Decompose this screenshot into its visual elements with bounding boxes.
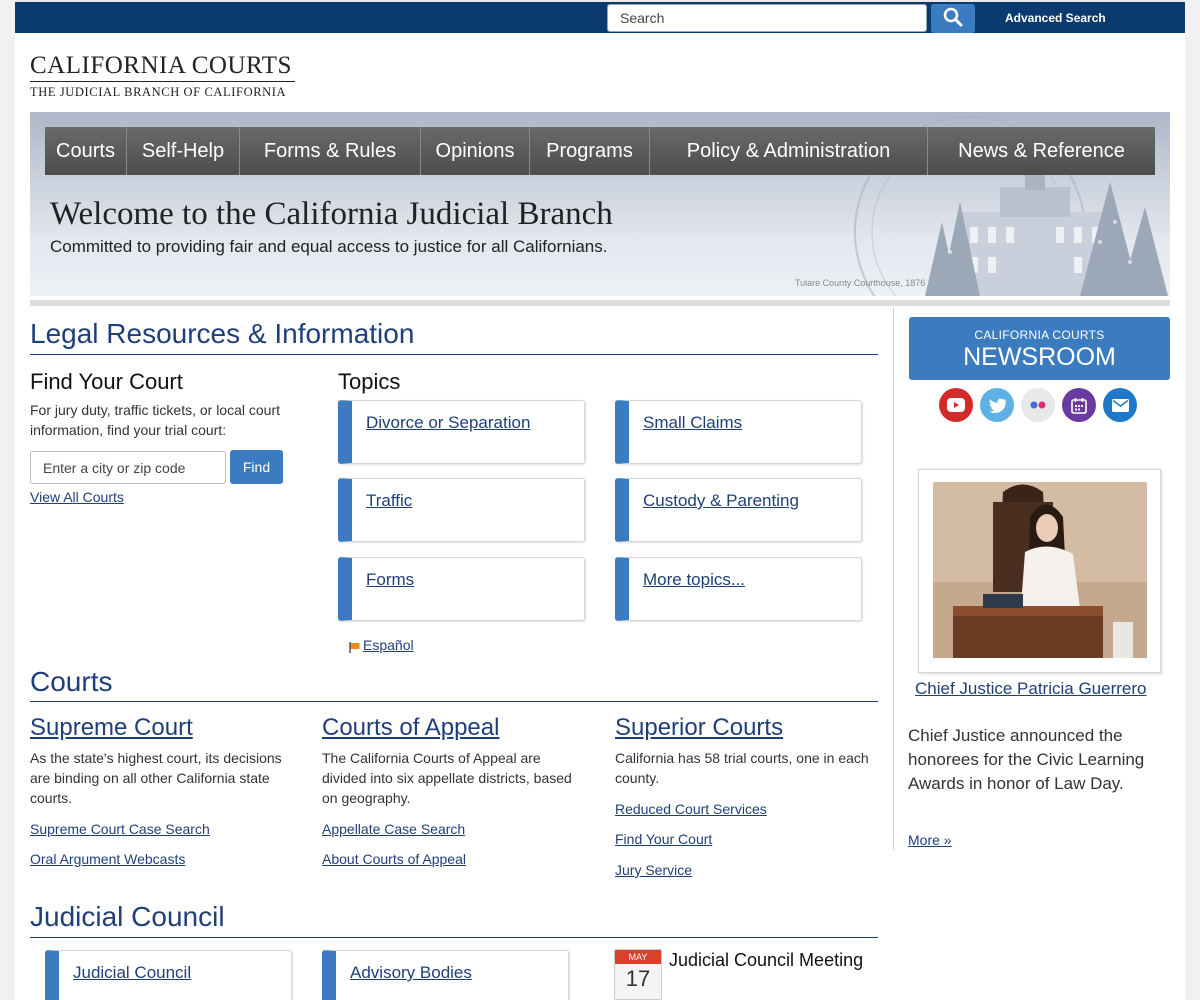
judicial-council-meeting-link[interactable]: Judicial Council Meeting bbox=[669, 950, 863, 971]
hero-title: Welcome to the California Judicial Branc… bbox=[50, 196, 613, 232]
hero-divider bbox=[30, 300, 1170, 306]
search-button[interactable] bbox=[931, 4, 975, 33]
newsroom-line1: CALIFORNIA COURTS bbox=[974, 328, 1105, 342]
event-month: MAY bbox=[615, 950, 661, 964]
youtube-icon[interactable] bbox=[939, 388, 973, 422]
superior-courts-link[interactable]: Superior Courts bbox=[615, 714, 783, 742]
legal-resources-title: Legal Resources & Information bbox=[30, 318, 415, 349]
news-more-link[interactable]: More » bbox=[908, 832, 952, 848]
twitter-icon[interactable] bbox=[980, 388, 1014, 422]
jury-service-link[interactable]: Jury Service bbox=[615, 862, 692, 878]
advisory-bodies-card[interactable]: Advisory Bodies bbox=[322, 950, 569, 1000]
flickr-icon[interactable] bbox=[1021, 388, 1055, 422]
superior-courts-text: California has 58 trial courts, one in e… bbox=[615, 750, 869, 786]
topic-card-custody[interactable]: Custody & Parenting bbox=[615, 478, 862, 542]
topic-card-label: Divorce or Separation bbox=[366, 413, 531, 432]
topic-card-label: Custody & Parenting bbox=[643, 491, 799, 510]
nav-courts[interactable]: Courts bbox=[45, 127, 127, 175]
nav-self-help[interactable]: Self-Help bbox=[127, 127, 240, 175]
judicial-council-title: Judicial Council bbox=[30, 901, 225, 932]
nav-news-reference[interactable]: News & Reference bbox=[928, 127, 1155, 175]
site-logo[interactable]: CALIFORNIA COURTS THE JUDICIAL BRANCH OF… bbox=[30, 52, 295, 100]
judicial-council-rule bbox=[30, 937, 878, 938]
topic-card-divorce[interactable]: Divorce or Separation bbox=[338, 400, 585, 464]
event-date-badge: MAY 17 bbox=[614, 949, 662, 1000]
advanced-search-link[interactable]: Advanced Search bbox=[1005, 11, 1106, 25]
sidebar-divider bbox=[893, 307, 894, 850]
top-bar: Advanced Search bbox=[15, 0, 1185, 33]
appellate-case-search-link[interactable]: Appellate Case Search bbox=[322, 821, 465, 837]
supreme-court-text: As the state's highest court, its decisi… bbox=[30, 750, 282, 806]
search-icon bbox=[943, 7, 963, 30]
spanish-flag-icon bbox=[349, 640, 361, 658]
search-input[interactable] bbox=[607, 4, 927, 32]
hero-subtitle: Committed to providing fair and equal ac… bbox=[50, 237, 608, 256]
find-court-heading: Find Your Court bbox=[30, 369, 183, 394]
oral-argument-webcasts-link[interactable]: Oral Argument Webcasts bbox=[30, 851, 185, 867]
chief-justice-link[interactable]: Chief Justice Patricia Guerrero bbox=[915, 679, 1146, 699]
topics-heading: Topics bbox=[338, 369, 401, 394]
topic-card-label: Forms bbox=[366, 570, 415, 589]
find-court-text: For jury duty, traffic tickets, or local… bbox=[30, 402, 281, 438]
event-day: 17 bbox=[625, 966, 651, 991]
chief-justice-text: Chief Justice announced the honorees for… bbox=[908, 726, 1145, 793]
view-all-courts-link[interactable]: View All Courts bbox=[30, 489, 124, 505]
espanol-link[interactable]: Español bbox=[363, 637, 414, 653]
find-button[interactable]: Find bbox=[230, 450, 283, 484]
city-zip-input[interactable] bbox=[30, 451, 226, 484]
topic-card-small-claims[interactable]: Small Claims bbox=[615, 400, 862, 464]
judicial-council-card[interactable]: Judicial Council bbox=[45, 950, 292, 1000]
supreme-court-link[interactable]: Supreme Court bbox=[30, 714, 193, 742]
card-label: Advisory Bodies bbox=[350, 963, 472, 982]
topic-card-forms[interactable]: Forms bbox=[338, 557, 585, 621]
newsroom-button[interactable]: CALIFORNIA COURTS NEWSROOM bbox=[909, 317, 1170, 380]
nav-forms-rules[interactable]: Forms & Rules bbox=[240, 127, 421, 175]
hero-banner: Courts Self-Help Forms & Rules Opinions … bbox=[30, 112, 1170, 296]
logo-title: CALIFORNIA COURTS bbox=[30, 52, 295, 82]
courts-title: Courts bbox=[30, 666, 113, 697]
topic-card-label: Small Claims bbox=[643, 413, 743, 432]
courts-of-appeal-link[interactable]: Courts of Appeal bbox=[322, 714, 499, 742]
about-courts-of-appeal-link[interactable]: About Courts of Appeal bbox=[322, 851, 466, 867]
email-icon[interactable] bbox=[1103, 388, 1137, 422]
logo-subtitle: THE JUDICIAL BRANCH OF CALIFORNIA bbox=[30, 85, 287, 99]
nav-policy-administration[interactable]: Policy & Administration bbox=[650, 127, 928, 175]
courts-rule bbox=[30, 701, 878, 702]
nav-opinions[interactable]: Opinions bbox=[421, 127, 530, 175]
legal-resources-rule bbox=[30, 354, 878, 355]
nav-programs[interactable]: Programs bbox=[530, 127, 650, 175]
page: Advanced Search CALIFORNIA COURTS THE JU… bbox=[15, 0, 1185, 1000]
hero-caption: Tulare County Courthouse, 1876 bbox=[795, 278, 926, 288]
newsroom-line2: NEWSROOM bbox=[963, 343, 1116, 371]
courts-of-appeal-text: The California Courts of Appeal are divi… bbox=[322, 750, 572, 806]
topic-card-label: More topics... bbox=[643, 570, 746, 589]
topic-card-more[interactable]: More topics... bbox=[615, 557, 862, 621]
supreme-case-search-link[interactable]: Supreme Court Case Search bbox=[30, 821, 210, 837]
topic-card-traffic[interactable]: Traffic bbox=[338, 478, 585, 542]
chief-justice-photo-frame bbox=[918, 469, 1161, 673]
card-label: Judicial Council bbox=[73, 963, 192, 982]
find-your-court-link[interactable]: Find Your Court bbox=[615, 831, 712, 847]
calendar-icon[interactable] bbox=[1062, 388, 1096, 422]
reduced-court-services-link[interactable]: Reduced Court Services bbox=[615, 801, 767, 817]
topic-card-label: Traffic bbox=[366, 491, 413, 510]
main-nav: Courts Self-Help Forms & Rules Opinions … bbox=[45, 127, 1155, 175]
chief-justice-photo[interactable] bbox=[933, 482, 1147, 658]
